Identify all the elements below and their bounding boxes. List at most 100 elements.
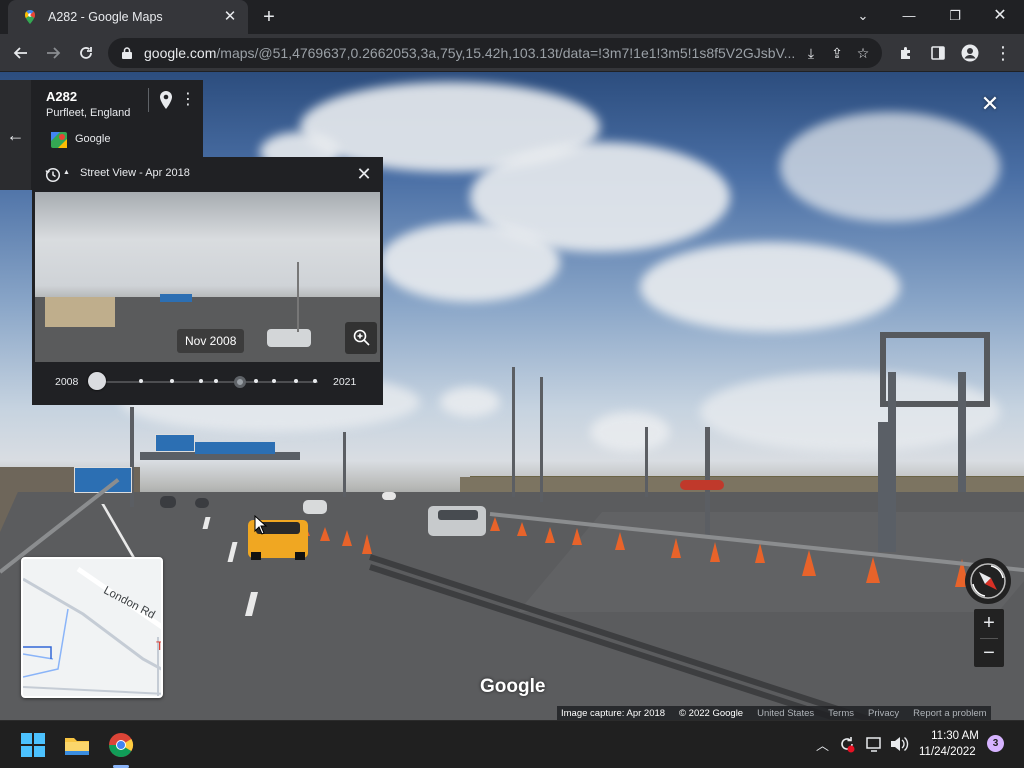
timeline-stop[interactable] <box>214 379 218 383</box>
traffic-cone <box>710 542 720 562</box>
expand-thumbnail-button[interactable] <box>345 322 377 354</box>
windows-start-icon[interactable] <box>17 729 49 761</box>
street-light <box>343 432 346 497</box>
cloud <box>440 387 500 417</box>
restore-icon[interactable]: ❐ <box>943 6 967 26</box>
traffic-cone <box>671 538 681 558</box>
url-text: google.com/maps/@51,4769637,0.2662053,3a… <box>144 45 798 61</box>
tab-close-icon[interactable]: ✕ <box>220 7 240 27</box>
timeline-stop[interactable] <box>313 379 317 383</box>
share-icon[interactable]: ⇪ <box>824 40 850 66</box>
terms-link[interactable]: Terms <box>828 708 854 719</box>
browser-toolbar: google.com/maps/@51,4769637,0.2662053,3a… <box>0 34 1024 72</box>
cloud <box>780 112 1000 222</box>
notification-count-badge[interactable]: 3 <box>987 735 1004 752</box>
zoom-control: + − <box>974 609 1004 667</box>
traffic-cone <box>517 522 527 536</box>
privacy-link[interactable]: Privacy <box>868 708 899 719</box>
zoom-out-icon[interactable]: − <box>974 639 1004 668</box>
timeline-track[interactable] <box>98 381 318 383</box>
time-machine-header[interactable]: ▲ Street View - Apr 2018 ✕ <box>32 157 383 192</box>
street-light <box>645 427 648 497</box>
cloud <box>640 242 900 332</box>
street-view-time-machine-panel: ▲ Street View - Apr 2018 ✕ Nov 2008 2008… <box>32 157 383 405</box>
timeline-stop[interactable] <box>254 379 258 383</box>
reload-icon[interactable] <box>73 40 99 66</box>
new-tab-icon[interactable]: + <box>259 7 279 27</box>
tab-title: A282 - Google Maps <box>48 10 163 24</box>
taskbar-clock-date[interactable]: 11/24/2022 <box>919 746 976 758</box>
traffic-cone <box>342 530 352 546</box>
thumb-car <box>267 329 311 347</box>
history-clock-icon[interactable] <box>45 167 61 183</box>
timeline-current-marker[interactable] <box>234 376 246 388</box>
historical-street-view-thumbnail[interactable]: Nov 2008 <box>35 192 380 362</box>
gantry-leg <box>958 372 966 492</box>
minimap[interactable]: London Rd T <box>21 557 163 698</box>
region-link[interactable]: United States <box>757 708 814 719</box>
profile-avatar-icon[interactable] <box>957 40 983 66</box>
lock-icon <box>122 47 132 59</box>
browser-tab[interactable]: A282 - Google Maps ✕ <box>8 0 248 34</box>
motorway-sign <box>195 442 275 454</box>
install-app-icon[interactable]: ⤓ <box>798 40 824 66</box>
timeline-stop[interactable] <box>199 379 203 383</box>
sync-update-icon[interactable] <box>838 735 856 753</box>
google-watermark: Google <box>480 676 546 697</box>
compass-icon <box>970 563 1006 599</box>
google-maps-logo-icon <box>51 132 67 148</box>
timeline-stop[interactable] <box>272 379 276 383</box>
mouse-pointer-icon <box>254 515 268 535</box>
bookmark-star-icon[interactable]: ☆ <box>850 40 876 66</box>
motorway-sign <box>155 434 195 452</box>
location-pin-icon[interactable] <box>158 90 174 110</box>
report-problem-link[interactable]: Report a problem <box>913 708 986 719</box>
street-light <box>512 367 515 497</box>
thumb-sign <box>160 294 192 302</box>
chrome-menu-icon[interactable]: ⋮ <box>990 40 1016 66</box>
tab-search-chevron-icon[interactable]: ⌄ <box>851 6 875 26</box>
volume-speaker-icon[interactable] <box>889 735 909 753</box>
timeline-stop[interactable] <box>170 379 174 383</box>
copyright-text: © 2022 Google <box>679 707 744 719</box>
zoom-in-icon[interactable]: + <box>974 609 1004 638</box>
address-bar[interactable]: google.com/maps/@51,4769637,0.2662053,3a… <box>108 38 882 68</box>
large-gantry <box>880 332 990 407</box>
cloud <box>380 222 560 302</box>
window-close-icon[interactable]: ✕ <box>988 6 1012 26</box>
minimize-icon[interactable]: — <box>897 6 921 26</box>
side-panel-icon[interactable] <box>925 40 951 66</box>
taskbar-clock-time[interactable]: 11:30 AM <box>930 730 980 742</box>
back-to-map-arrow-icon[interactable]: ← <box>0 80 31 190</box>
caret-up-icon[interactable]: ▲ <box>63 169 70 176</box>
thumb-building <box>45 297 115 327</box>
date-tooltip: Nov 2008 <box>177 329 245 353</box>
url-domain: google.com <box>144 45 217 61</box>
traffic-cone <box>320 527 330 541</box>
timeline-start-year: 2008 <box>55 376 79 388</box>
timeline-end-year: 2021 <box>333 376 357 388</box>
attribution-bar: Image capture: Apr 2018 © 2022 Google Un… <box>557 706 991 720</box>
forward-icon[interactable] <box>40 40 66 66</box>
timeline-stop[interactable] <box>139 379 143 383</box>
street-light <box>540 377 543 502</box>
show-hidden-icons-chevron-icon[interactable]: ︿ <box>816 735 829 754</box>
time-machine-close-icon[interactable]: ✕ <box>353 163 375 185</box>
windows-taskbar: ︿ 11:30 AM 11/24/2022 <box>0 720 1024 768</box>
silver-car <box>428 506 486 536</box>
image-capture-date: Image capture: Apr 2018 <box>561 707 666 719</box>
exit-street-view-close-icon[interactable]: ✕ <box>978 92 1002 116</box>
file-explorer-icon[interactable] <box>61 729 93 761</box>
back-icon[interactable] <box>8 40 34 66</box>
extensions-puzzle-icon[interactable] <box>893 40 919 66</box>
thumb-pole <box>297 262 299 332</box>
network-monitor-icon[interactable] <box>865 735 883 753</box>
more-options-icon[interactable]: ⋮ <box>180 90 196 110</box>
compass-button[interactable] <box>965 558 1011 604</box>
chrome-app-icon[interactable] <box>105 729 137 761</box>
cloud <box>590 412 670 452</box>
distant-car <box>303 500 327 514</box>
timeline-slider-thumb[interactable] <box>88 372 106 390</box>
browser-tab-strip: A282 - Google Maps ✕ + ⌄ — ❐ ✕ <box>0 0 1024 34</box>
timeline-stop[interactable] <box>294 379 298 383</box>
